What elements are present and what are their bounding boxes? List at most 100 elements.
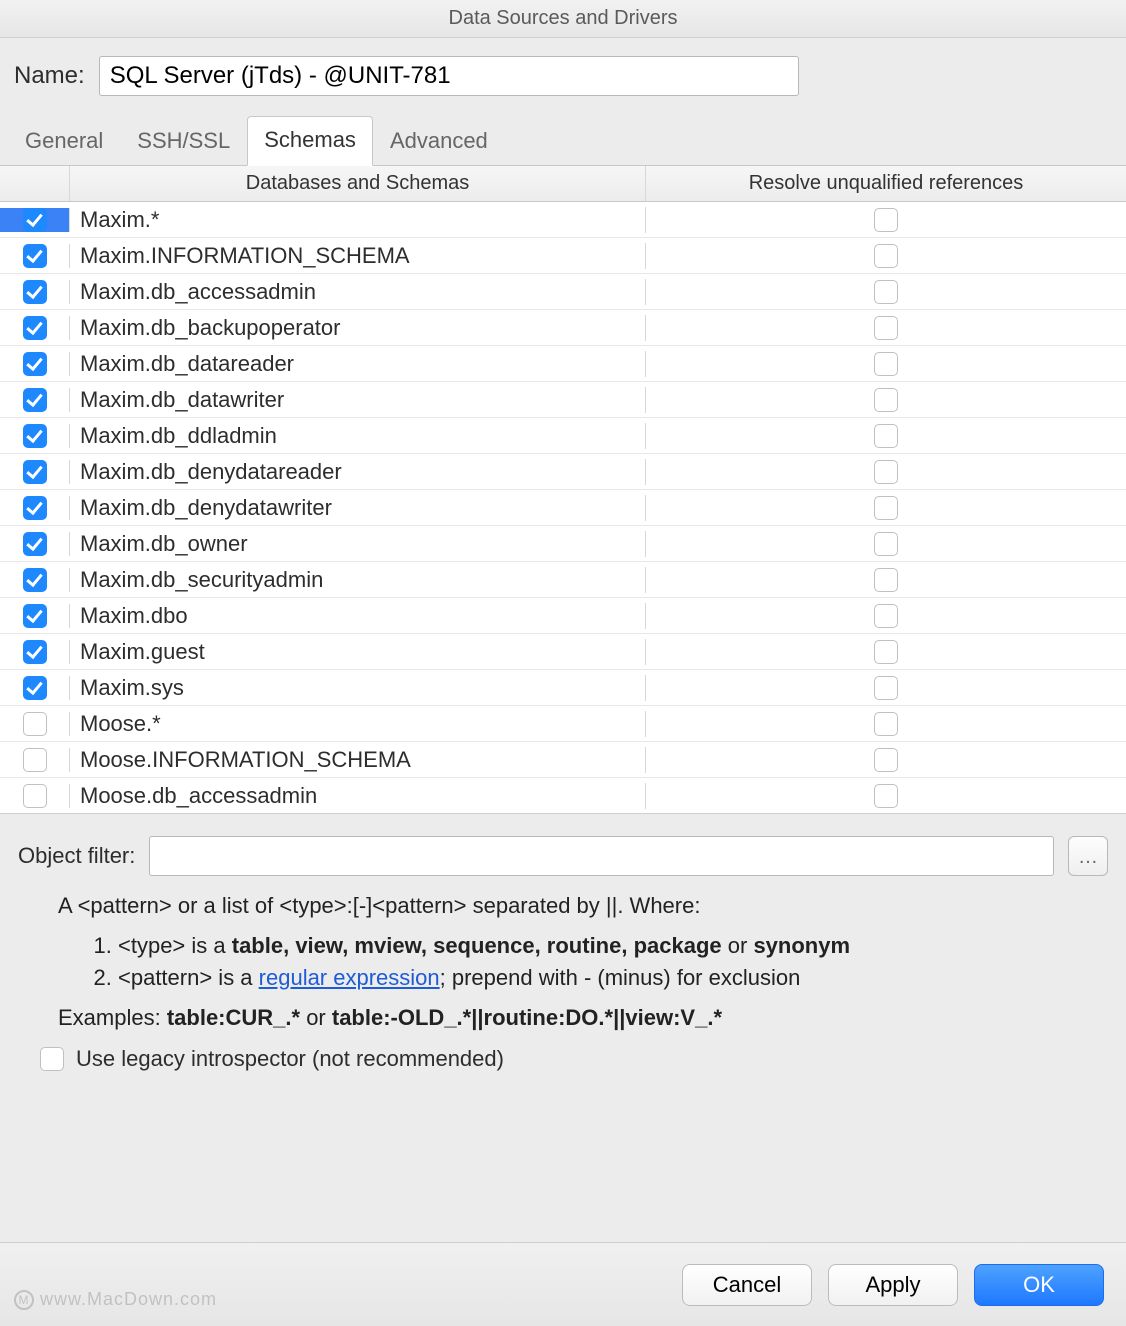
table-row[interactable]: Moose.INFORMATION_SCHEMA (0, 742, 1126, 778)
schema-checkbox[interactable] (23, 640, 47, 664)
table-row[interactable]: Maxim.db_owner (0, 526, 1126, 562)
schema-checkbox[interactable] (23, 352, 47, 376)
schema-checkbox-cell[interactable] (0, 532, 70, 556)
resolve-checkbox[interactable] (874, 388, 898, 412)
resolve-cell[interactable] (646, 748, 1126, 772)
resolve-checkbox[interactable] (874, 748, 898, 772)
resolve-cell[interactable] (646, 568, 1126, 592)
table-row[interactable]: Maxim.db_backupoperator (0, 310, 1126, 346)
schema-name: Maxim.db_accessadmin (70, 279, 646, 305)
apply-button[interactable]: Apply (828, 1264, 958, 1306)
table-row[interactable]: Moose.* (0, 706, 1126, 742)
table-row[interactable]: Maxim.* (0, 202, 1126, 238)
schema-checkbox-cell[interactable] (0, 208, 70, 232)
schema-checkbox[interactable] (23, 496, 47, 520)
schema-checkbox[interactable] (23, 568, 47, 592)
tab-sshssl[interactable]: SSH/SSL (120, 117, 247, 166)
resolve-cell[interactable] (646, 460, 1126, 484)
resolve-cell[interactable] (646, 676, 1126, 700)
resolve-cell[interactable] (646, 496, 1126, 520)
schema-checkbox-cell[interactable] (0, 352, 70, 376)
table-row[interactable]: Maxim.db_datawriter (0, 382, 1126, 418)
table-row[interactable]: Maxim.db_datareader (0, 346, 1126, 382)
table-row[interactable]: Maxim.INFORMATION_SCHEMA (0, 238, 1126, 274)
resolve-checkbox[interactable] (874, 244, 898, 268)
table-row[interactable]: Maxim.db_denydatareader (0, 454, 1126, 490)
object-filter-input[interactable] (149, 836, 1054, 876)
resolve-checkbox[interactable] (874, 496, 898, 520)
schema-checkbox[interactable] (23, 244, 47, 268)
resolve-checkbox[interactable] (874, 568, 898, 592)
schema-checkbox[interactable] (23, 676, 47, 700)
table-row[interactable]: Maxim.dbo (0, 598, 1126, 634)
tab-schemas[interactable]: Schemas (247, 116, 373, 166)
schema-checkbox[interactable] (23, 712, 47, 736)
schema-checkbox-cell[interactable] (0, 676, 70, 700)
resolve-checkbox[interactable] (874, 784, 898, 808)
schema-checkbox-cell[interactable] (0, 460, 70, 484)
schema-checkbox[interactable] (23, 316, 47, 340)
resolve-checkbox[interactable] (874, 316, 898, 340)
table-row[interactable]: Maxim.db_securityadmin (0, 562, 1126, 598)
schema-name: Maxim.db_datareader (70, 351, 646, 377)
resolve-cell[interactable] (646, 712, 1126, 736)
resolve-checkbox[interactable] (874, 712, 898, 736)
resolve-cell[interactable] (646, 532, 1126, 556)
tab-advanced[interactable]: Advanced (373, 117, 505, 166)
schema-checkbox-cell[interactable] (0, 748, 70, 772)
resolve-cell[interactable] (646, 604, 1126, 628)
schema-checkbox-cell[interactable] (0, 280, 70, 304)
legacy-introspector-checkbox[interactable] (40, 1047, 64, 1071)
ok-button[interactable]: OK (974, 1264, 1104, 1306)
schema-checkbox-cell[interactable] (0, 712, 70, 736)
schema-checkbox-cell[interactable] (0, 244, 70, 268)
resolve-cell[interactable] (646, 784, 1126, 808)
resolve-checkbox[interactable] (874, 640, 898, 664)
schema-checkbox-cell[interactable] (0, 604, 70, 628)
resolve-cell[interactable] (646, 280, 1126, 304)
resolve-checkbox[interactable] (874, 208, 898, 232)
resolve-cell[interactable] (646, 388, 1126, 412)
resolve-checkbox[interactable] (874, 280, 898, 304)
resolve-checkbox[interactable] (874, 352, 898, 376)
tab-general[interactable]: General (8, 117, 120, 166)
resolve-cell[interactable] (646, 640, 1126, 664)
table-row[interactable]: Maxim.db_denydatawriter (0, 490, 1126, 526)
schema-checkbox[interactable] (23, 424, 47, 448)
object-filter-more-button[interactable]: … (1068, 836, 1108, 876)
schema-checkbox-cell[interactable] (0, 424, 70, 448)
schema-checkbox[interactable] (23, 748, 47, 772)
resolve-cell[interactable] (646, 424, 1126, 448)
schema-checkbox[interactable] (23, 604, 47, 628)
resolve-cell[interactable] (646, 244, 1126, 268)
resolve-checkbox[interactable] (874, 460, 898, 484)
name-input[interactable] (99, 56, 799, 96)
watermark: M www.MacDown.com (14, 1289, 217, 1310)
table-row[interactable]: Maxim.db_ddladmin (0, 418, 1126, 454)
schema-checkbox[interactable] (23, 460, 47, 484)
schema-checkbox[interactable] (23, 280, 47, 304)
resolve-checkbox[interactable] (874, 532, 898, 556)
resolve-cell[interactable] (646, 352, 1126, 376)
schema-checkbox-cell[interactable] (0, 640, 70, 664)
schema-checkbox-cell[interactable] (0, 784, 70, 808)
schema-checkbox-cell[interactable] (0, 316, 70, 340)
resolve-checkbox[interactable] (874, 676, 898, 700)
schema-checkbox[interactable] (23, 208, 47, 232)
schema-checkbox[interactable] (23, 388, 47, 412)
schema-checkbox[interactable] (23, 784, 47, 808)
table-row[interactable]: Moose.db_accessadmin (0, 778, 1126, 814)
schema-checkbox-cell[interactable] (0, 496, 70, 520)
table-row[interactable]: Maxim.sys (0, 670, 1126, 706)
schema-checkbox[interactable] (23, 532, 47, 556)
schema-checkbox-cell[interactable] (0, 568, 70, 592)
resolve-checkbox[interactable] (874, 604, 898, 628)
resolve-checkbox[interactable] (874, 424, 898, 448)
table-row[interactable]: Maxim.guest (0, 634, 1126, 670)
table-row[interactable]: Maxim.db_accessadmin (0, 274, 1126, 310)
cancel-button[interactable]: Cancel (682, 1264, 812, 1306)
regular-expression-link[interactable]: regular expression (259, 965, 440, 990)
resolve-cell[interactable] (646, 208, 1126, 232)
resolve-cell[interactable] (646, 316, 1126, 340)
schema-checkbox-cell[interactable] (0, 388, 70, 412)
